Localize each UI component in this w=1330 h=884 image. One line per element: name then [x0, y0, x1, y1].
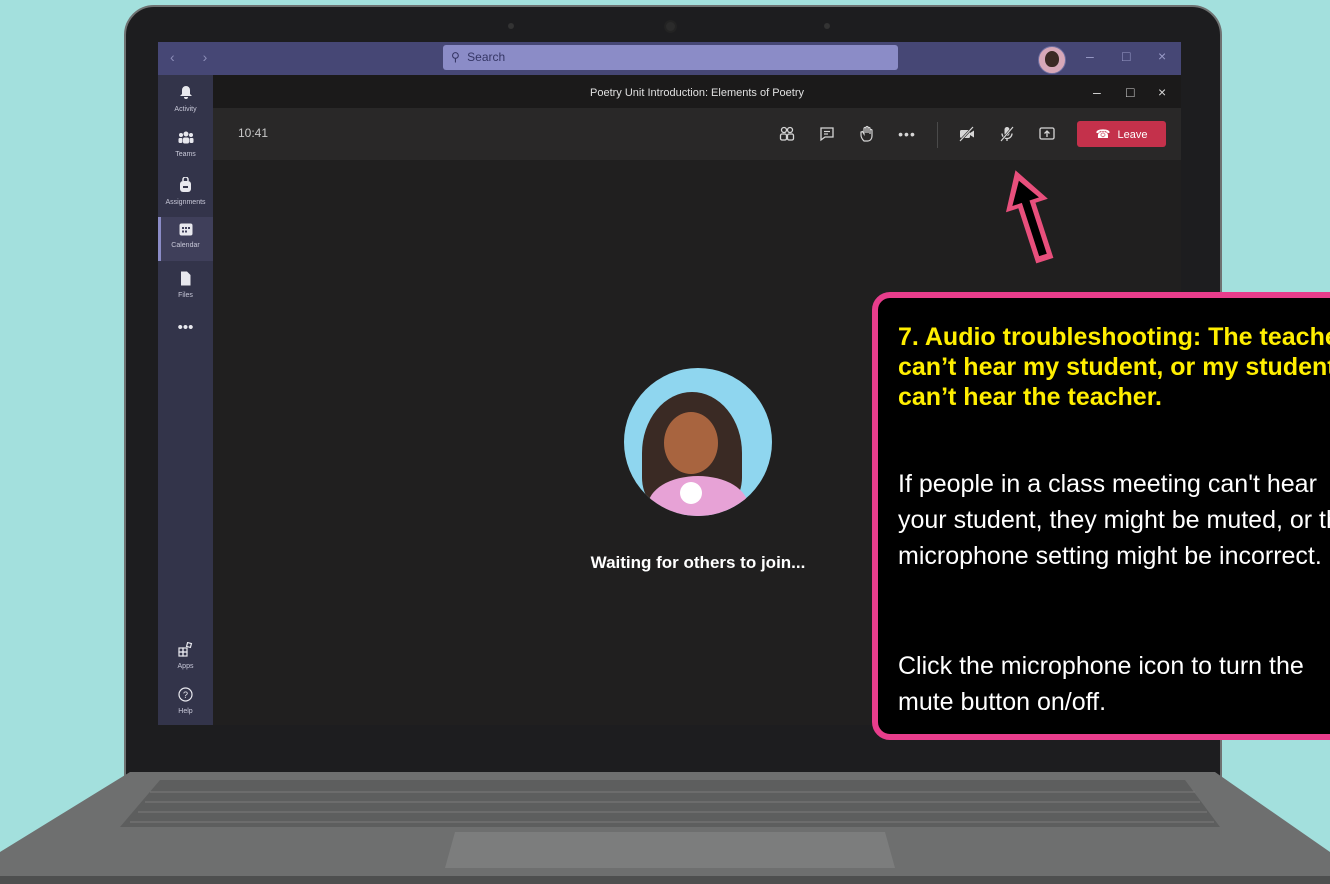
callout-body: If people in a class meeting can't hear …: [898, 470, 1330, 570]
apps-icon: [158, 641, 213, 662]
more-icon: •••: [177, 319, 194, 336]
minimize-button[interactable]: –: [1086, 48, 1094, 64]
phone-hangup-icon: ☎: [1095, 127, 1111, 141]
meeting-close-button[interactable]: ×: [1158, 84, 1166, 100]
people-icon: [778, 125, 796, 142]
nav-arrows: ‹ ›: [170, 49, 219, 65]
rail-label: Calendar: [171, 242, 200, 249]
search-input[interactable]: ⚲ Search: [443, 45, 898, 70]
chat-button[interactable]: [814, 123, 840, 145]
callout-heading: 7. Audio troubleshooting: The teacher ca…: [898, 323, 1330, 411]
app-rail: Activity Teams Assignments Calendar File…: [158, 75, 213, 725]
teams-icon: [158, 131, 213, 150]
svg-text:?: ?: [183, 690, 188, 700]
camera-toggle-button[interactable]: [954, 123, 980, 145]
rail-item-files[interactable]: Files: [158, 271, 213, 299]
rail-item-calendar[interactable]: Calendar: [158, 217, 213, 261]
help-icon: ?: [158, 687, 213, 707]
hand-icon: [858, 125, 876, 142]
rail-item-activity[interactable]: Activity: [158, 85, 213, 113]
rail-label: Files: [178, 292, 193, 299]
close-button[interactable]: ×: [1158, 48, 1166, 64]
waiting-message: Waiting for others to join...: [590, 553, 806, 572]
raise-hand-button[interactable]: [854, 123, 880, 145]
profile-avatar[interactable]: [1038, 46, 1066, 74]
webcam: [666, 22, 675, 31]
rail-label: Apps: [177, 663, 194, 670]
microphone-off-icon: [998, 125, 1016, 142]
teams-titlebar: ‹ › ⚲ Search – □ ×: [158, 42, 1181, 75]
search-placeholder: Search: [467, 50, 506, 64]
rail-item-assignments[interactable]: Assignments: [158, 176, 213, 206]
sensor-dot: [508, 23, 514, 29]
rail-label: Teams: [175, 151, 196, 158]
share-screen-button[interactable]: [1034, 123, 1060, 145]
toolbar-divider: [937, 122, 938, 148]
meeting-maximize-button[interactable]: □: [1126, 84, 1134, 100]
leave-button[interactable]: ☎ Leave: [1077, 121, 1166, 147]
rail-item-apps[interactable]: Apps: [158, 641, 213, 670]
back-arrow-icon[interactable]: ‹: [170, 49, 187, 65]
sensor-dot: [824, 23, 830, 29]
rail-item-teams[interactable]: Teams: [158, 131, 213, 158]
troubleshooting-callout: 7. Audio troubleshooting: The teacher ca…: [872, 292, 1330, 740]
forward-arrow-icon[interactable]: ›: [203, 49, 220, 65]
meeting-minimize-button[interactable]: –: [1093, 84, 1101, 100]
meeting-title: Poetry Unit Introduction: Elements of Po…: [213, 75, 1181, 108]
chat-icon: [818, 125, 836, 142]
camera-off-icon: [958, 125, 976, 142]
microphone-toggle-button[interactable]: [994, 123, 1020, 145]
bell-icon: [158, 85, 213, 105]
rail-label: Activity: [174, 106, 197, 113]
file-icon: [158, 271, 213, 291]
participants-button[interactable]: [774, 123, 800, 145]
callout-tip: Click the microphone icon to turn the mu…: [898, 652, 1304, 716]
meeting-timer: 10:41: [238, 126, 269, 140]
backpack-icon: [158, 176, 213, 198]
participant-avatar: [624, 368, 772, 516]
more-actions-button[interactable]: •••: [894, 123, 920, 145]
leave-label: Leave: [1117, 129, 1148, 141]
maximize-button[interactable]: □: [1122, 48, 1130, 64]
rail-label: Assignments: [165, 199, 206, 206]
rail-item-help[interactable]: ? Help: [158, 687, 213, 715]
pointer-arrow-icon: [1005, 170, 1054, 264]
search-icon: ⚲: [451, 50, 460, 64]
meeting-toolbar: 10:41 ••• ☎ Leave: [213, 108, 1181, 160]
rail-item-more[interactable]: •••: [158, 319, 213, 337]
share-icon: [1038, 125, 1056, 142]
rail-label: Help: [178, 708, 193, 715]
laptop-base: [0, 772, 1330, 884]
calendar-icon: [158, 223, 213, 241]
more-icon: •••: [898, 126, 916, 142]
